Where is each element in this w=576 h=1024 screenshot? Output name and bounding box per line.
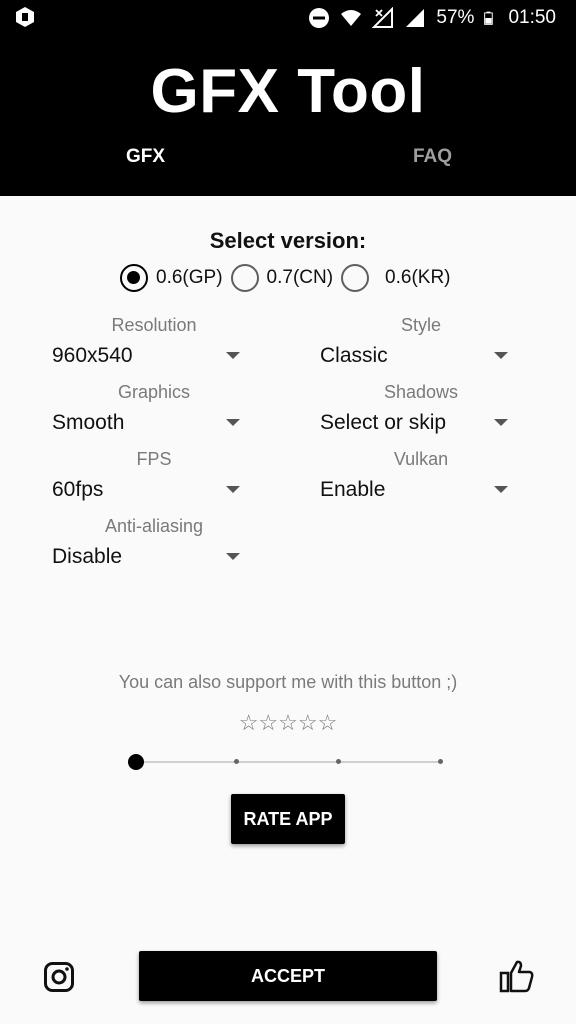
fps-label: FPS	[136, 449, 172, 469]
slider-track[interactable]	[136, 761, 442, 763]
do-not-disturb-icon	[309, 8, 330, 28]
style-dropdown[interactable]: Classic	[320, 344, 388, 368]
radio-unchecked-icon[interactable]	[230, 264, 259, 292]
app-header: GFX Tool GFX FAQ	[0, 36, 576, 196]
app-logo-icon	[16, 7, 34, 27]
graphics-dropdown-arrow-icon[interactable]	[226, 419, 240, 426]
style-label: Style	[400, 315, 442, 335]
no-signal-icon	[372, 7, 394, 28]
slider-tick	[438, 759, 443, 764]
app-title: GFX Tool	[150, 57, 426, 126]
thumbs-up-icon[interactable]	[499, 959, 535, 993]
shadows-dropdown[interactable]: Select or skip	[320, 411, 446, 435]
resolution-dropdown-arrow-icon[interactable]	[226, 352, 240, 359]
style-dropdown-arrow-icon[interactable]	[494, 352, 508, 359]
radio-label: 0.6(KR)	[385, 267, 451, 288]
rate-app-button[interactable]: RATE APP	[231, 794, 345, 844]
wifi-icon	[341, 10, 362, 26]
battery-icon	[484, 11, 494, 25]
rating-slider[interactable]	[128, 752, 444, 772]
version-radio-0-6-gp[interactable]: 0.6(GP)	[120, 264, 223, 292]
graphics-label: Graphics	[117, 382, 191, 402]
anti-aliasing-dropdown[interactable]: Disable	[52, 545, 122, 569]
slider-thumb[interactable]	[128, 754, 144, 770]
fps-dropdown-arrow-icon[interactable]	[226, 486, 240, 493]
status-bar: 57% 01:50	[0, 0, 576, 36]
anti-aliasing-dropdown-arrow-icon[interactable]	[226, 553, 240, 560]
tab-faq[interactable]: FAQ	[413, 146, 452, 168]
resolution-dropdown[interactable]: 960x540	[52, 344, 133, 368]
tab-gfx[interactable]: GFX	[126, 146, 165, 168]
battery-percent: 57%	[436, 7, 475, 28]
shadows-dropdown-arrow-icon[interactable]	[494, 419, 508, 426]
status-time: 01:50	[508, 7, 556, 28]
support-text: You can also support me with this button…	[118, 672, 458, 692]
version-radio-0-7-cn[interactable]: 0.7(CN)	[230, 264, 334, 292]
radio-checked-icon[interactable]	[120, 264, 148, 292]
slider-tick	[336, 759, 341, 764]
graphics-dropdown[interactable]: Smooth	[52, 411, 124, 435]
accept-button[interactable]: ACCEPT	[139, 951, 437, 1001]
anti-aliasing-label: Anti-aliasing	[104, 516, 204, 536]
slider-tick	[234, 759, 239, 764]
radio-label: 0.6(GP)	[156, 267, 223, 288]
version-radio-0-6-kr[interactable]: 0.6(KR)	[341, 264, 451, 292]
resolution-label: Resolution	[111, 315, 197, 335]
select-version-label: Select version:	[209, 228, 367, 253]
instagram-icon[interactable]	[43, 961, 75, 993]
rating-stars: ☆☆☆☆☆	[238, 710, 338, 735]
version-radio-group: 0.6(GP) 0.7(CN) 0.6(KR)	[120, 262, 459, 294]
signal-icon	[406, 9, 425, 27]
shadows-label: Shadows	[383, 382, 459, 402]
vulkan-dropdown-arrow-icon[interactable]	[494, 486, 508, 493]
status-icons: 57% 01:50	[308, 0, 556, 36]
fps-dropdown[interactable]: 60fps	[52, 478, 103, 502]
radio-label: 0.7(CN)	[266, 267, 334, 288]
vulkan-dropdown[interactable]: Enable	[320, 478, 385, 502]
vulkan-label: Vulkan	[393, 449, 449, 469]
radio-unchecked-icon[interactable]	[341, 264, 370, 292]
